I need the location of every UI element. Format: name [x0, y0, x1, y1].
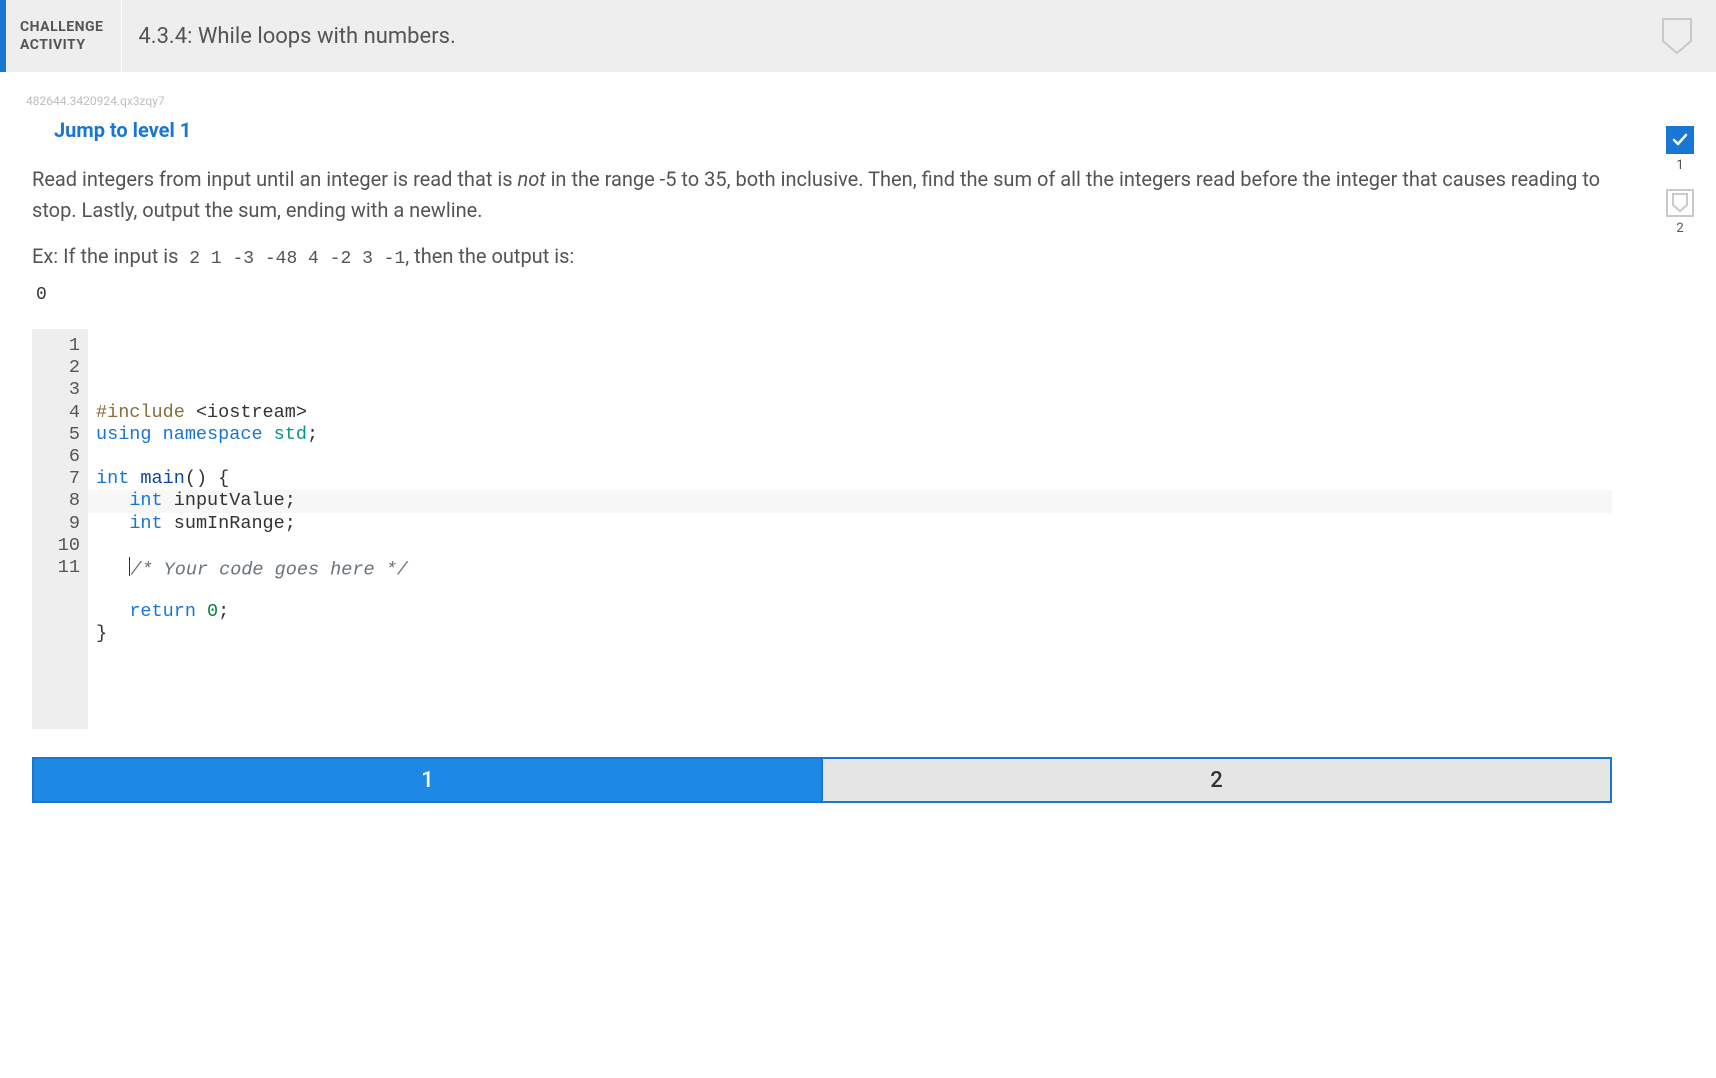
example-suffix: , then the output is:	[405, 244, 574, 268]
activity-title: 4.3.4: While loops with numbers.	[122, 0, 1638, 72]
pocket-small-icon	[1671, 193, 1689, 213]
progress-segment-2[interactable]: 2	[821, 759, 1610, 801]
example-output: 0	[36, 285, 1636, 305]
activity-id: 482644.3420924.qx3zqy7	[26, 94, 1716, 108]
bookmark-pocket-icon[interactable]	[1638, 0, 1716, 72]
code-area[interactable]: #include <iostream>using namespace std; …	[88, 329, 1612, 729]
level-number-1: 1	[1676, 158, 1683, 173]
jump-to-level-link[interactable]: Jump to level 1	[54, 118, 191, 142]
problem-part1: Read integers from input until an intege…	[32, 167, 517, 191]
problem-not: not	[517, 167, 545, 191]
code-editor[interactable]: 1234567891011 #include <iostream>using n…	[32, 329, 1612, 729]
line-gutter: 1234567891011	[32, 329, 88, 729]
code-content[interactable]: #include <iostream>using namespace std; …	[96, 402, 1612, 646]
example-line: Ex: If the input is 2 1 -3 -48 4 -2 3 -1…	[32, 244, 1612, 269]
level-badge-2[interactable]	[1666, 189, 1694, 217]
example-input: 2 1 -3 -48 4 -2 3 -1	[178, 249, 405, 269]
level-sidebar: 1 2	[1644, 112, 1716, 242]
activity-header: CHALLENGE ACTIVITY 4.3.4: While loops wi…	[0, 0, 1716, 72]
challenge-tag: CHALLENGE ACTIVITY	[6, 0, 122, 72]
level-number-2: 2	[1676, 221, 1683, 236]
challenge-tag-line2: ACTIVITY	[20, 36, 103, 54]
level-progress-bar: 1 2	[32, 757, 1612, 803]
level-badge-1[interactable]	[1666, 126, 1694, 154]
progress-segment-1[interactable]: 1	[34, 759, 821, 801]
challenge-tag-line1: CHALLENGE	[20, 18, 103, 36]
problem-statement: Read integers from input until an intege…	[32, 164, 1612, 226]
example-prefix: Ex: If the input is	[32, 244, 178, 268]
check-icon	[1672, 132, 1688, 148]
